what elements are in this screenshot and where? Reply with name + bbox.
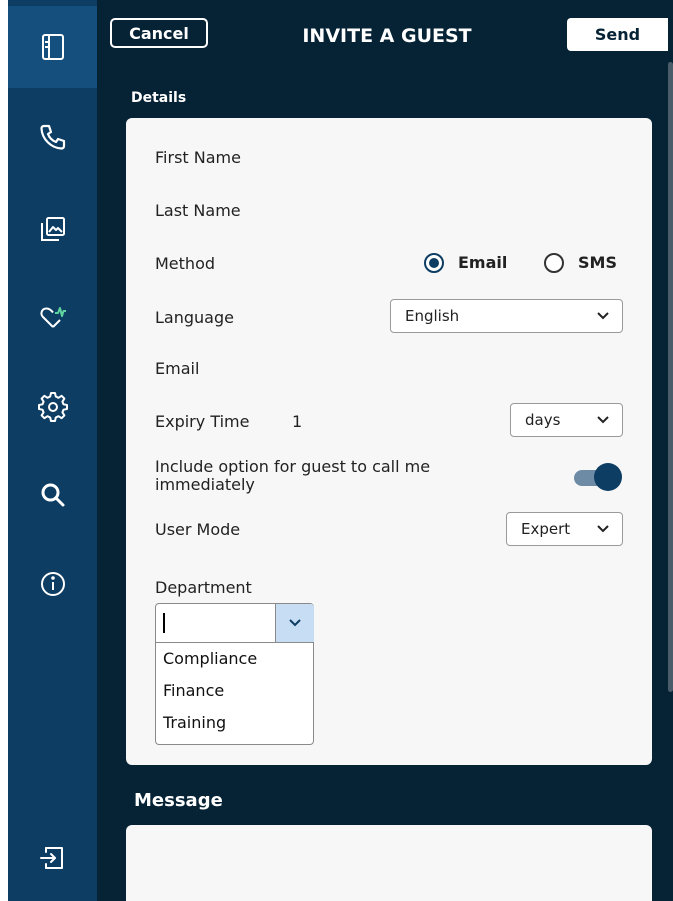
method-label: Method bbox=[155, 254, 216, 273]
details-section-label: Details bbox=[131, 90, 187, 106]
sidebar-panel-icon bbox=[41, 34, 64, 60]
sidebar-item-panel[interactable] bbox=[8, 6, 97, 88]
call-option-label-line2: immediately bbox=[155, 475, 255, 494]
chevron-down-icon bbox=[597, 312, 609, 320]
sidebar-item-health[interactable] bbox=[8, 276, 97, 358]
user-mode-select[interactable]: Expert bbox=[506, 512, 623, 546]
scrollbar[interactable] bbox=[668, 62, 673, 692]
email-label: Email bbox=[155, 359, 200, 378]
sidebar-item-search[interactable] bbox=[8, 454, 97, 536]
page-title: INVITE A GUEST bbox=[302, 25, 472, 47]
first-name-label: First Name bbox=[155, 148, 241, 167]
method-email-label[interactable]: Email bbox=[458, 253, 507, 273]
search-icon bbox=[41, 483, 64, 507]
last-name-label: Last Name bbox=[155, 201, 241, 220]
user-mode-label: User Mode bbox=[155, 520, 241, 539]
user-mode-value: Expert bbox=[521, 520, 571, 538]
department-combobox[interactable]: Compliance Finance Training bbox=[155, 603, 314, 745]
department-option-compliance[interactable]: Compliance bbox=[156, 643, 313, 675]
method-sms-label[interactable]: SMS bbox=[578, 253, 617, 273]
sidebar-item-gallery[interactable] bbox=[8, 188, 97, 270]
method-sms-radio[interactable] bbox=[544, 253, 564, 273]
phone-icon bbox=[39, 124, 65, 150]
chevron-down-icon bbox=[597, 525, 609, 533]
department-label: Department bbox=[155, 578, 252, 597]
language-select[interactable]: English bbox=[390, 299, 623, 333]
chevron-down-icon bbox=[597, 416, 609, 424]
chevron-down-icon bbox=[289, 619, 301, 627]
department-option-finance[interactable]: Finance bbox=[156, 675, 313, 707]
sidebar-item-logout[interactable] bbox=[8, 817, 97, 899]
language-select-value: English bbox=[405, 307, 460, 325]
cancel-button[interactable]: Cancel bbox=[110, 18, 208, 48]
details-card: First Name Last Name Method Email SMS La… bbox=[126, 118, 652, 765]
info-icon bbox=[40, 572, 65, 596]
method-email-radio[interactable] bbox=[424, 253, 444, 273]
call-option-label: Include option for guest to call me imme… bbox=[155, 458, 430, 494]
logout-icon bbox=[39, 847, 63, 869]
text-caret bbox=[163, 613, 165, 633]
department-option-training[interactable]: Training bbox=[156, 707, 313, 739]
message-section-label: Message bbox=[134, 790, 223, 811]
department-options-list: Compliance Finance Training bbox=[156, 643, 313, 739]
call-option-toggle[interactable] bbox=[574, 461, 624, 493]
expiry-label: Expiry Time bbox=[155, 412, 250, 431]
sidebar-item-calls[interactable] bbox=[8, 96, 97, 178]
expiry-unit-select[interactable]: days bbox=[510, 403, 623, 437]
sidebar bbox=[8, 0, 97, 901]
language-label: Language bbox=[155, 308, 234, 327]
call-option-label-line1: Include option for guest to call me bbox=[155, 457, 431, 476]
sidebar-item-settings[interactable] bbox=[8, 366, 97, 448]
app-window: Cancel INVITE A GUEST Send Details First… bbox=[0, 0, 673, 901]
window-edge bbox=[0, 0, 8, 901]
department-dropdown-button[interactable] bbox=[275, 604, 314, 643]
expiry-unit-value: days bbox=[525, 411, 561, 429]
message-textarea[interactable] bbox=[126, 825, 652, 901]
toggle-knob bbox=[594, 463, 622, 491]
gallery-icon bbox=[40, 217, 65, 241]
expiry-value[interactable]: 1 bbox=[292, 412, 302, 432]
gear-icon bbox=[37, 392, 68, 422]
send-button[interactable]: Send bbox=[567, 18, 668, 51]
main-panel: Cancel INVITE A GUEST Send Details First… bbox=[97, 0, 673, 901]
health-heart-icon bbox=[39, 307, 66, 328]
department-input[interactable] bbox=[156, 604, 275, 643]
sidebar-item-info[interactable] bbox=[8, 543, 97, 625]
